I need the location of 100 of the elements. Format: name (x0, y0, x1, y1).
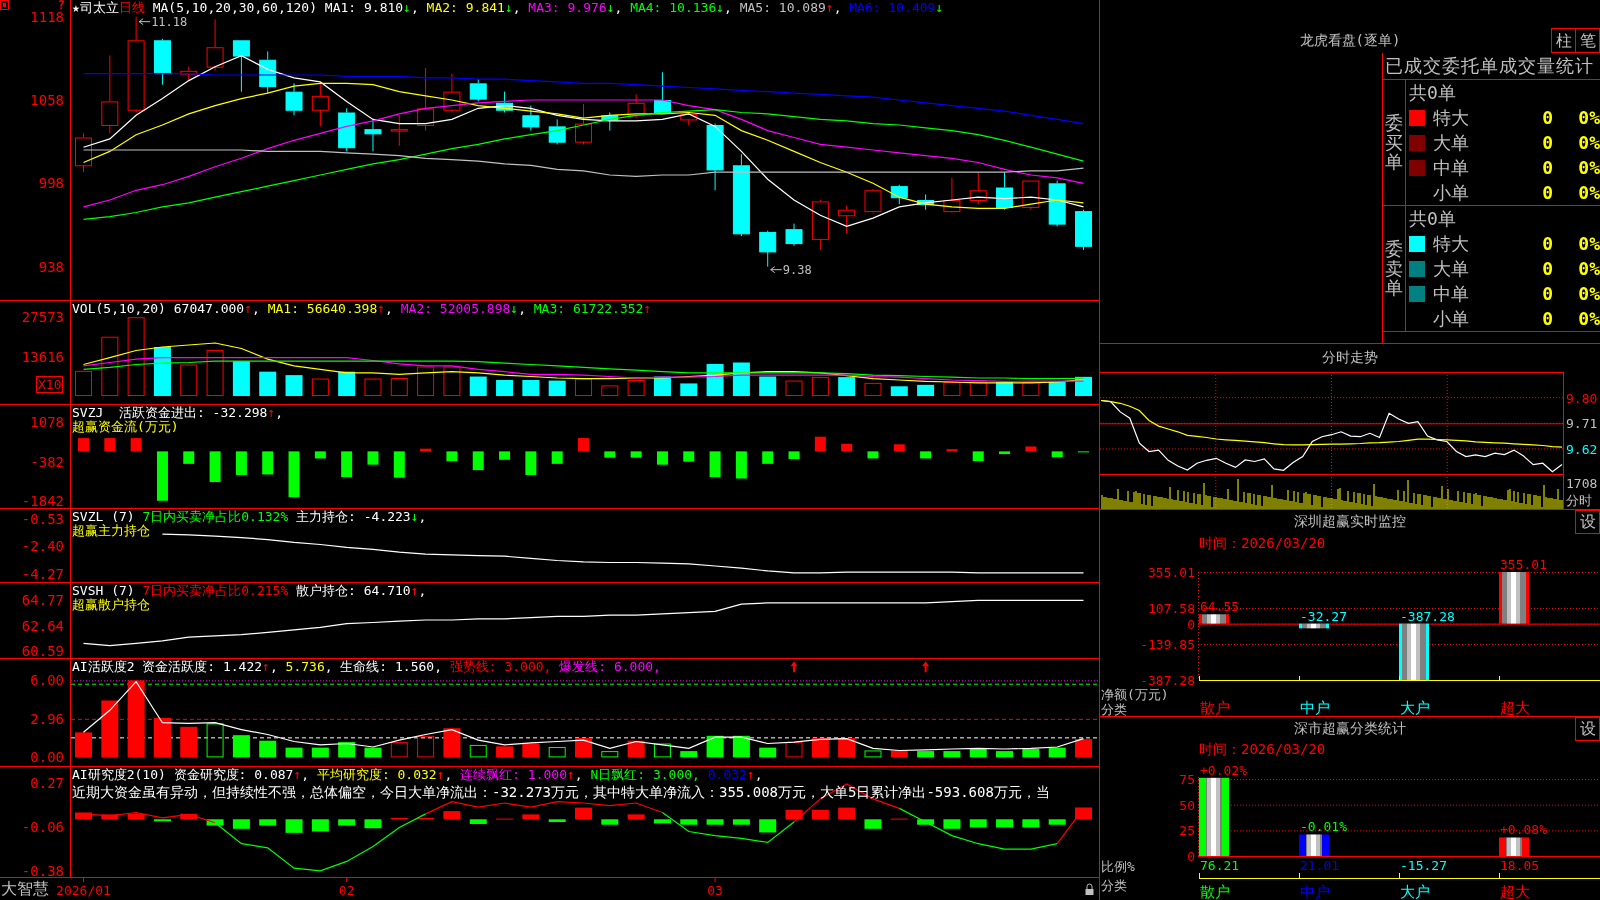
legend-text: VOL(5,10,20) 67047.000↑, MA1: 56640.398↑, MA2: 52005.898↓, MA3: 61722.352↑ (72, 302, 652, 316)
change-label: +0.08% (1500, 822, 1547, 838)
value-label: -32.27 (1300, 608, 1347, 624)
panel-title: 龙虎看盘(逐单) (1299, 31, 1401, 50)
axis-tick-label: 355.01 (1148, 565, 1195, 580)
candlestick (864, 188, 882, 213)
value-label: 18.05 (1500, 858, 1540, 873)
candlestick (811, 199, 829, 251)
axis-tick-label: 25 (1179, 823, 1195, 839)
value-label: 64.55 (1200, 599, 1240, 615)
candlestick (1022, 180, 1040, 211)
date-label: 02 (338, 883, 355, 898)
candlestick (548, 118, 566, 145)
candlestick (996, 171, 1014, 211)
time-label: 时间：2026/03/20 (1199, 535, 1326, 553)
axis-tick-label: 75 (1179, 772, 1195, 788)
value-label: 76.21 (1200, 858, 1240, 873)
candlestick (759, 230, 777, 268)
order-share: 0% (1578, 283, 1600, 304)
category-label: 超大 (1500, 883, 1530, 900)
lock-icon (1085, 883, 1094, 895)
axis-tick-label: -4.27 (21, 566, 64, 581)
indicator-subtitle: 超赢散户持仓 (72, 598, 150, 612)
category-label: 大户 (1400, 699, 1430, 716)
volume-scale-label: 1708 (1566, 476, 1598, 491)
candlestick (232, 39, 250, 93)
candlestick (943, 177, 961, 213)
axis-tick-label: -139.85 (1140, 637, 1195, 652)
mode-button[interactable]: 柱 (1551, 28, 1576, 53)
candlestick (838, 205, 856, 234)
axis-title: 比例% (1101, 859, 1135, 874)
candlestick (390, 114, 408, 147)
order-count: 0 (1542, 182, 1553, 203)
axis-tick-label: 6.00 (30, 673, 64, 688)
candlestick (785, 223, 803, 247)
axis-tick-label: -1842 (21, 494, 64, 509)
category-label: 散户 (1200, 699, 1230, 716)
candlestick (522, 105, 540, 132)
candlestick (680, 112, 698, 126)
value-label: 21.01 (1300, 858, 1340, 873)
axis-tick-label: 64.77 (21, 592, 64, 607)
candlestick (311, 82, 329, 127)
order-size-label: 大单 (1433, 256, 1469, 281)
order-count: 0 (1542, 308, 1553, 329)
candlestick (259, 50, 277, 94)
candlestick (206, 18, 224, 72)
settings-button[interactable]: 设 (1575, 510, 1600, 534)
time-label: 时间：2026/03/20 (1199, 741, 1326, 759)
order-share: 0% (1578, 182, 1600, 203)
axis-tick-label: 1118 (30, 9, 64, 24)
order-share: 0% (1578, 308, 1600, 329)
candlestick (285, 82, 303, 116)
candlestick (1075, 209, 1092, 251)
axis-title: 净额(万元) (1101, 687, 1169, 702)
order-count: 0 (1542, 132, 1553, 153)
category-label: 超大 (1500, 699, 1530, 716)
candlestick (653, 71, 671, 115)
indicator-subtitle: 超赢资金流(万元) (72, 420, 179, 434)
candlestick (443, 73, 461, 113)
axis-tick-label: -387.28 (1140, 673, 1195, 688)
candlestick (75, 132, 92, 173)
order-size-label: 小单 (1433, 306, 1469, 331)
legend-text: SVZJ 活跃资金进出: -32.298↑, (72, 406, 284, 420)
panel-title: 分时走势 (1322, 349, 1378, 367)
order-count: 0 (1542, 233, 1553, 254)
legend-text: AI活跃度2 资金活跃度: 1.422↑, 5.736, 生命线: 1.560, 强势线: 3.000, 爆发线: 6.000, (72, 660, 661, 674)
candlestick (153, 38, 171, 86)
axis-tick-label: -0.53 (21, 511, 64, 526)
category-label: 大户 (1400, 883, 1430, 900)
axis-tick-label: -0.38 (21, 863, 64, 878)
candlestick (364, 118, 382, 152)
axis-tick-label: -2.40 (21, 539, 64, 554)
candlestick (601, 112, 619, 132)
help-button[interactable]: ? (57, 0, 65, 10)
order-size-label: 大单 (1433, 130, 1469, 155)
date-label: 03 (707, 883, 723, 898)
axis-tick-label: 1058 (30, 93, 64, 107)
category-label: 散户 (1200, 883, 1230, 900)
candlestick (706, 123, 724, 191)
order-share: 0% (1578, 157, 1600, 178)
category-label: 中户 (1300, 699, 1330, 716)
change-label: +0.02% (1200, 762, 1247, 778)
category-label: 中户 (1300, 883, 1330, 900)
order-share: 0% (1578, 132, 1600, 153)
axis-tick-label: 9.71 (1566, 416, 1598, 432)
indicator-subtitle: 超赢主力持仓 (72, 524, 150, 538)
arrow-icon (770, 266, 783, 274)
order-size-label: 中单 (1433, 155, 1469, 180)
axis-tick-label: 13616 (21, 350, 64, 364)
settings-button[interactable]: 设 (1575, 717, 1600, 741)
brand-label: 大智慧 (1, 879, 49, 899)
candlestick (627, 93, 645, 119)
order-share: 0% (1578, 258, 1600, 279)
order-count: 0 (1542, 258, 1553, 279)
axis-tick-label: 62.64 (21, 618, 64, 633)
mode-button[interactable]: 笔 (1575, 28, 1600, 53)
axis-tick-label: 50 (1179, 797, 1195, 813)
arrow-icon (138, 18, 151, 26)
candlestick (469, 78, 487, 102)
candlestick (417, 67, 435, 132)
